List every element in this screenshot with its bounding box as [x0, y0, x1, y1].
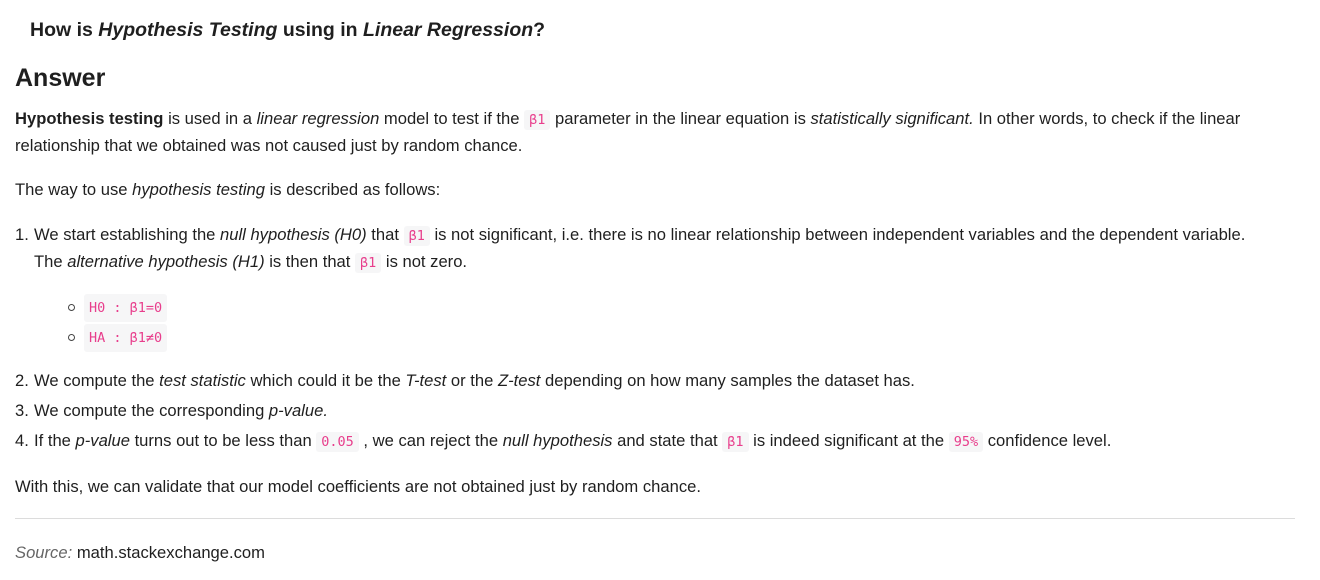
- inline-code: β1: [722, 432, 749, 452]
- intro-emphasis: statistically significant.: [810, 109, 974, 128]
- list-number: 4.: [15, 431, 29, 450]
- intro-text: parameter in the linear equation is: [550, 109, 811, 128]
- question-prefix: How is: [30, 19, 99, 41]
- intro-emphasis: linear regression: [256, 109, 380, 128]
- step-text: , we can reject the: [358, 431, 503, 450]
- list-item-text: We start establishing the null hypothesi…: [34, 222, 1264, 276]
- step-text: We start establishing the: [34, 225, 221, 244]
- question-term-linear-regression: Linear Regression: [363, 19, 534, 41]
- question-term-hypothesis-testing: Hypothesis Testing: [98, 19, 278, 41]
- hypothesis-code: H0 : β1=0: [84, 294, 168, 322]
- step-text: and state that: [612, 431, 723, 450]
- divider: [15, 518, 1295, 519]
- conclusion-paragraph: With this, we can validate that our mode…: [15, 477, 701, 496]
- intro-paragraph: Hypothesis testing is used in a linear r…: [15, 106, 1300, 159]
- list-number: 1.: [15, 225, 29, 244]
- intro-text: is used in a: [163, 109, 257, 128]
- step-text: or the: [446, 371, 498, 390]
- step-text: is not zero.: [381, 252, 468, 271]
- step-text: is then that: [264, 252, 355, 271]
- inline-code: 95%: [948, 432, 984, 452]
- answer-heading: Answer: [15, 64, 106, 92]
- list-number: 3.: [15, 401, 29, 420]
- step-text: turns out to be less than: [129, 431, 317, 450]
- step-text: is indeed significant at the: [748, 431, 949, 450]
- source-line: Source: math.stackexchange.com: [15, 540, 265, 566]
- hypothesis-code: HA : β1≠0: [84, 324, 168, 352]
- inline-code: β1: [355, 253, 382, 273]
- step-emphasis: T-test: [405, 371, 447, 390]
- step-text: depending on how many samples the datase…: [540, 371, 915, 390]
- method-text: The way to use: [15, 180, 133, 199]
- step-emphasis: null hypothesis (H0): [220, 225, 367, 244]
- step-emphasis: Z-test: [497, 371, 541, 390]
- method-emphasis: hypothesis testing: [132, 180, 265, 199]
- inline-code: 0.05: [316, 432, 359, 452]
- method-text: is described as follows:: [264, 180, 441, 199]
- method-paragraph: The way to use hypothesis testing is des…: [15, 177, 1300, 203]
- step-emphasis: test statistic: [159, 371, 246, 390]
- source-label: Source:: [15, 543, 73, 562]
- step-emphasis: null hypothesis: [502, 431, 613, 450]
- inline-code: β1: [403, 226, 430, 246]
- step-text: If the: [34, 431, 76, 450]
- step-text: We compute the corresponding: [34, 401, 269, 420]
- intro-bold-term: Hypothesis testing: [15, 109, 164, 128]
- step-text: that: [366, 225, 404, 244]
- source-value: math.stackexchange.com: [76, 543, 265, 562]
- intro-text: model to test if the: [379, 109, 525, 128]
- step-emphasis: p-value: [75, 431, 130, 450]
- inline-code: β1: [524, 110, 551, 130]
- article: How is Hypothesis Testing using in Linea…: [0, 0, 1320, 580]
- list-item-text: If the p-value turns out to be less than…: [34, 428, 1264, 455]
- list-number: 2.: [15, 371, 29, 390]
- list-item-text: We compute the test statistic which coul…: [34, 368, 1264, 394]
- question-title: How is Hypothesis Testing using in Linea…: [30, 16, 545, 44]
- step-text: We compute the: [34, 371, 160, 390]
- question-suffix: ?: [533, 19, 546, 41]
- list-item-text: We compute the corresponding p-value.: [34, 398, 1264, 424]
- step-emphasis: alternative hypothesis (H1): [67, 252, 265, 271]
- step-text: confidence level.: [983, 431, 1112, 450]
- step-text: which could it be the: [245, 371, 406, 390]
- circle-bullet-icon: [68, 334, 75, 341]
- circle-bullet-icon: [68, 304, 75, 311]
- step-emphasis: p-value.: [268, 401, 328, 420]
- question-middle: using in: [277, 19, 363, 41]
